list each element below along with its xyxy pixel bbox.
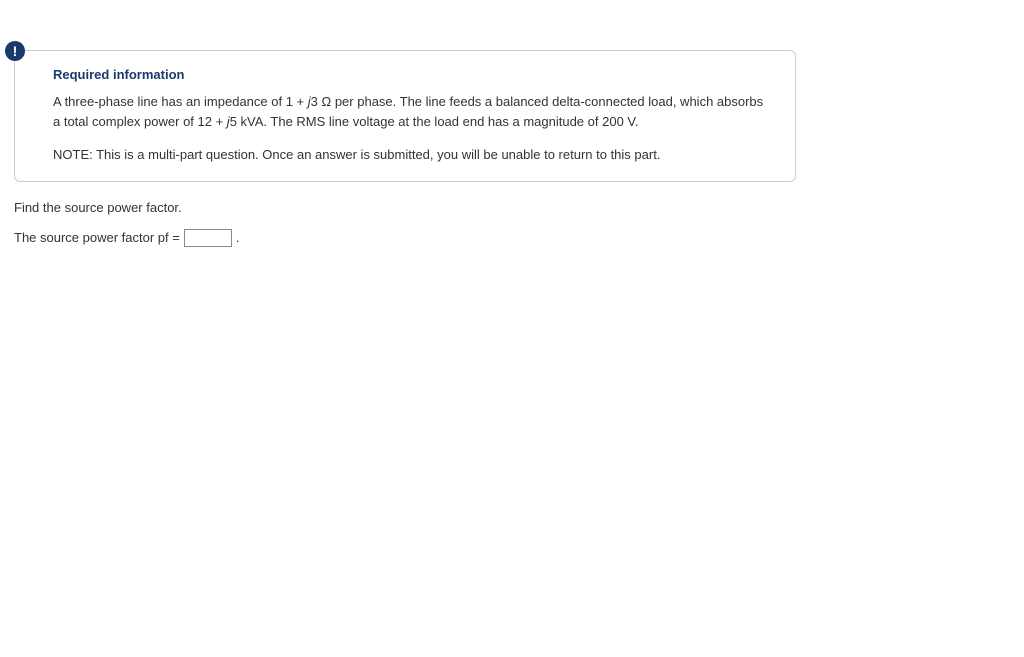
- required-information-note: NOTE: This is a multi-part question. Onc…: [53, 145, 775, 165]
- answer-prefix-label: The source power factor pf =: [14, 230, 180, 245]
- required-information-box: ! Required information A three-phase lin…: [14, 50, 796, 182]
- required-information-paragraph: A three-phase line has an impedance of 1…: [53, 92, 773, 131]
- info-icon: !: [5, 41, 25, 61]
- answer-suffix-label: .: [236, 230, 240, 245]
- required-information-title: Required information: [53, 67, 775, 82]
- text-segment: A three-phase line has an impedance of 1…: [53, 94, 308, 109]
- power-factor-input[interactable]: [184, 229, 232, 247]
- text-segment: 5 kVA. The RMS line voltage at the load …: [230, 114, 639, 129]
- question-prompt: Find the source power factor.: [14, 200, 1010, 215]
- answer-line: The source power factor pf = .: [14, 229, 1010, 247]
